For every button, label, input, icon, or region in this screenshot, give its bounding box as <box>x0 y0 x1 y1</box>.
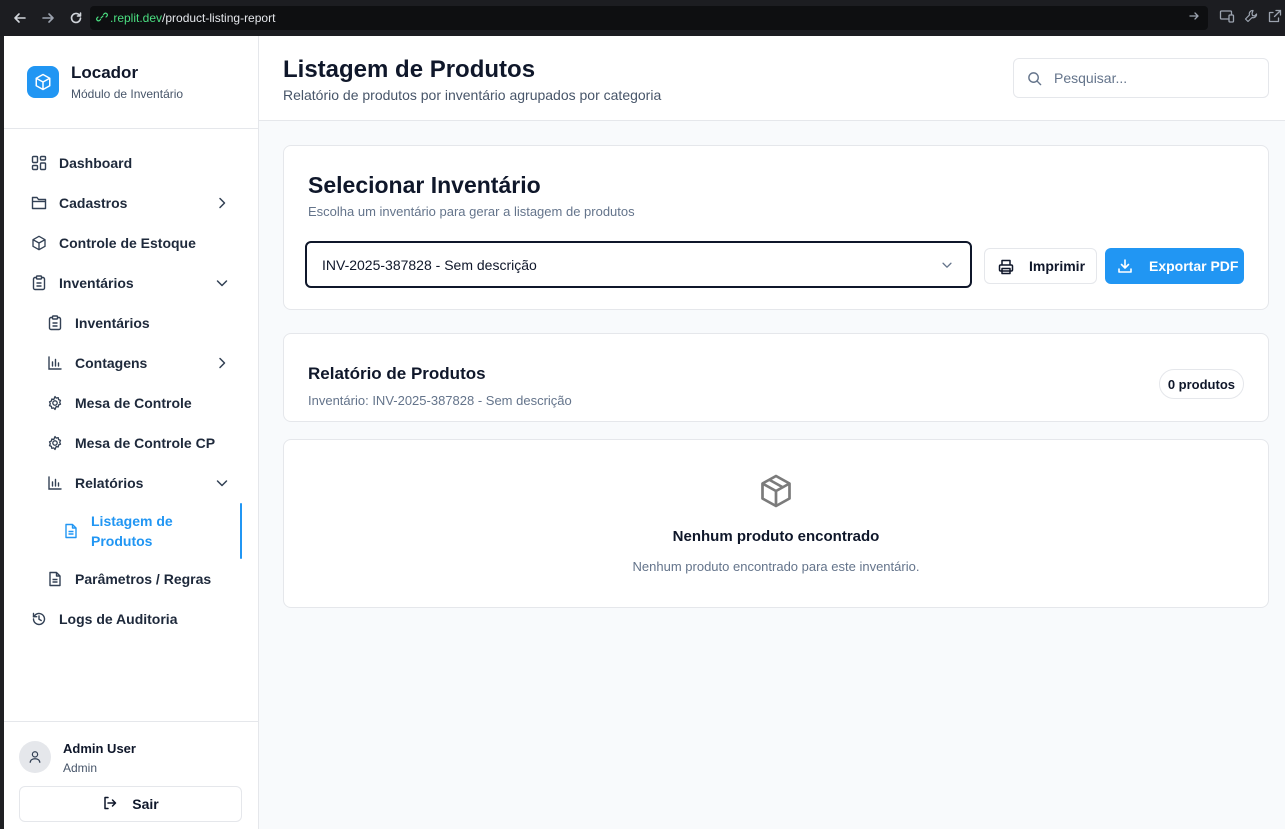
sidebar-item-label: Inventários <box>59 275 134 291</box>
selector-title: Selecionar Inventário <box>308 172 541 198</box>
inventory-select[interactable]: INV-2025-387828 - Sem descrição <box>305 241 972 288</box>
forward-icon[interactable] <box>34 4 62 32</box>
sidebar-item-label: Mesa de Controle <box>75 395 192 411</box>
logout-button[interactable]: Sair <box>19 786 242 822</box>
box-logo-icon <box>27 66 59 98</box>
file-icon <box>47 571 63 587</box>
back-icon[interactable] <box>6 4 34 32</box>
brand[interactable]: Locador Módulo de Inventário <box>4 36 258 129</box>
user-panel: Admin User Admin Sair <box>4 721 258 829</box>
sidebar-item-mesa-de-controle-cp[interactable]: Mesa de Controle CP <box>4 423 258 463</box>
empty-state-card: Nenhum produto encontrado Nenhum produto… <box>283 439 1269 608</box>
chevron-right-icon <box>214 355 230 371</box>
sidebar-item-label: Inventários <box>75 315 150 331</box>
product-count-badge: 0 produtos <box>1158 369 1244 399</box>
page-subtitle: Relatório de produtos por inventário agr… <box>283 87 662 103</box>
brand-subtitle: Módulo de Inventário <box>71 87 184 101</box>
chevron-down-icon <box>214 275 230 291</box>
page-header: Listagem de Produtos Relatório de produt… <box>259 36 1285 121</box>
sidebar-item-contagens[interactable]: Contagens <box>4 343 258 383</box>
sidebar-item-label: Contagens <box>75 355 148 371</box>
url-host: .replit.dev <box>110 11 163 25</box>
report-title: Relatório de Produtos <box>308 364 486 383</box>
sidebar-item-logs-de-auditoria[interactable]: Logs de Auditoria <box>4 599 258 639</box>
search-placeholder: Pesquisar... <box>1054 70 1128 86</box>
dashboard-icon <box>31 155 47 171</box>
url-path: /product-listing-report <box>162 11 276 25</box>
search-input[interactable]: Pesquisar... <box>1013 58 1269 98</box>
sidebar-item-label: Cadastros <box>59 195 128 211</box>
package-icon <box>758 473 794 514</box>
folder-icon <box>31 195 47 211</box>
sidebar-item-label: Dashboard <box>59 155 133 171</box>
history-icon <box>31 611 47 627</box>
wrench-icon[interactable] <box>1243 8 1259 29</box>
sidebar-item-dashboard[interactable]: Dashboard <box>4 143 258 183</box>
sidebar-item-controle-de-estoque[interactable]: Controle de Estoque <box>4 223 258 263</box>
brand-title: Locador <box>71 63 139 82</box>
devices-icon[interactable] <box>1219 8 1235 29</box>
print-label: Imprimir <box>1029 258 1086 274</box>
chevron-right-icon <box>214 195 230 211</box>
url-bar[interactable]: .replit.dev/product-listing-report <box>90 6 1208 30</box>
inventory-selector-card: Selecionar Inventário Escolha um inventá… <box>283 145 1269 310</box>
gear-icon <box>47 395 63 411</box>
selector-description: Escolha um inventário para gerar a lista… <box>308 204 635 219</box>
export-pdf-button[interactable]: Exportar PDF <box>1105 248 1244 284</box>
printer-icon <box>998 259 1014 278</box>
page-title: Listagem de Produtos <box>283 56 536 83</box>
sidebar-item-inventarios-group[interactable]: Inventários <box>4 263 258 303</box>
sidebar-item-label: Parâmetros / Regras <box>75 571 212 587</box>
sidebar-item-relatorios[interactable]: Relatórios <box>4 463 258 503</box>
browser-chrome: .replit.dev/product-listing-report <box>0 0 1285 36</box>
main-content: Listagem de Produtos Relatório de produt… <box>259 36 1285 829</box>
sidebar-item-mesa-de-controle[interactable]: Mesa de Controle <box>4 383 258 423</box>
sidebar-item-label: Relatórios <box>75 475 144 491</box>
sidebar-item-label: Mesa de Controle CP <box>75 435 216 451</box>
sidebar-item-label: Logs de Auditoria <box>59 611 178 627</box>
user-role: Admin <box>63 761 98 775</box>
logout-label: Sair <box>132 796 159 812</box>
file-icon <box>63 523 79 539</box>
sidebar-item-cadastros[interactable]: Cadastros <box>4 183 258 223</box>
empty-title: Nenhum produto encontrado <box>672 528 880 545</box>
download-icon <box>1117 258 1133 277</box>
empty-description: Nenhum produto encontrado para este inve… <box>632 559 920 574</box>
box-icon <box>31 235 47 251</box>
logout-icon <box>102 795 118 814</box>
go-arrow-icon[interactable] <box>1188 10 1200 25</box>
chevron-down-icon <box>214 475 230 491</box>
sidebar-item-label: Controle de Estoque <box>59 235 196 251</box>
sidebar-menu: Dashboard Cadastros Controle de Estoque <box>4 129 258 639</box>
active-indicator <box>240 503 242 559</box>
bar-chart-icon <box>47 355 63 371</box>
chevron-down-icon <box>940 258 954 275</box>
sidebar-item-parametros-regras[interactable]: Parâmetros / Regras <box>4 559 258 599</box>
report-summary-card: Relatório de Produtos Inventário: INV-20… <box>283 333 1269 422</box>
search-icon <box>1027 71 1042 89</box>
sidebar-item-listagem-de-produtos[interactable]: Listagem de Produtos <box>4 503 258 559</box>
print-button[interactable]: Imprimir <box>984 248 1097 284</box>
reload-icon[interactable] <box>62 4 90 32</box>
clipboard-icon <box>31 275 47 291</box>
export-pdf-label: Exportar PDF <box>1149 258 1239 274</box>
app: Locador Módulo de Inventário Dashboard C… <box>4 36 1285 829</box>
inventory-select-value: INV-2025-387828 - Sem descrição <box>322 256 537 273</box>
sidebar: Locador Módulo de Inventário Dashboard C… <box>4 36 259 829</box>
link-icon <box>96 11 108 26</box>
gear-icon <box>47 435 63 451</box>
bar-chart-icon <box>47 475 63 491</box>
report-inventory: Inventário: INV-2025-387828 - Sem descri… <box>308 393 572 408</box>
user-name: Admin User <box>63 741 136 756</box>
avatar[interactable] <box>19 741 51 773</box>
clipboard-icon <box>47 315 63 331</box>
open-external-icon[interactable] <box>1267 8 1283 29</box>
sidebar-item-label: Listagem de Produtos <box>91 513 173 549</box>
sidebar-item-inventarios[interactable]: Inventários <box>4 303 258 343</box>
